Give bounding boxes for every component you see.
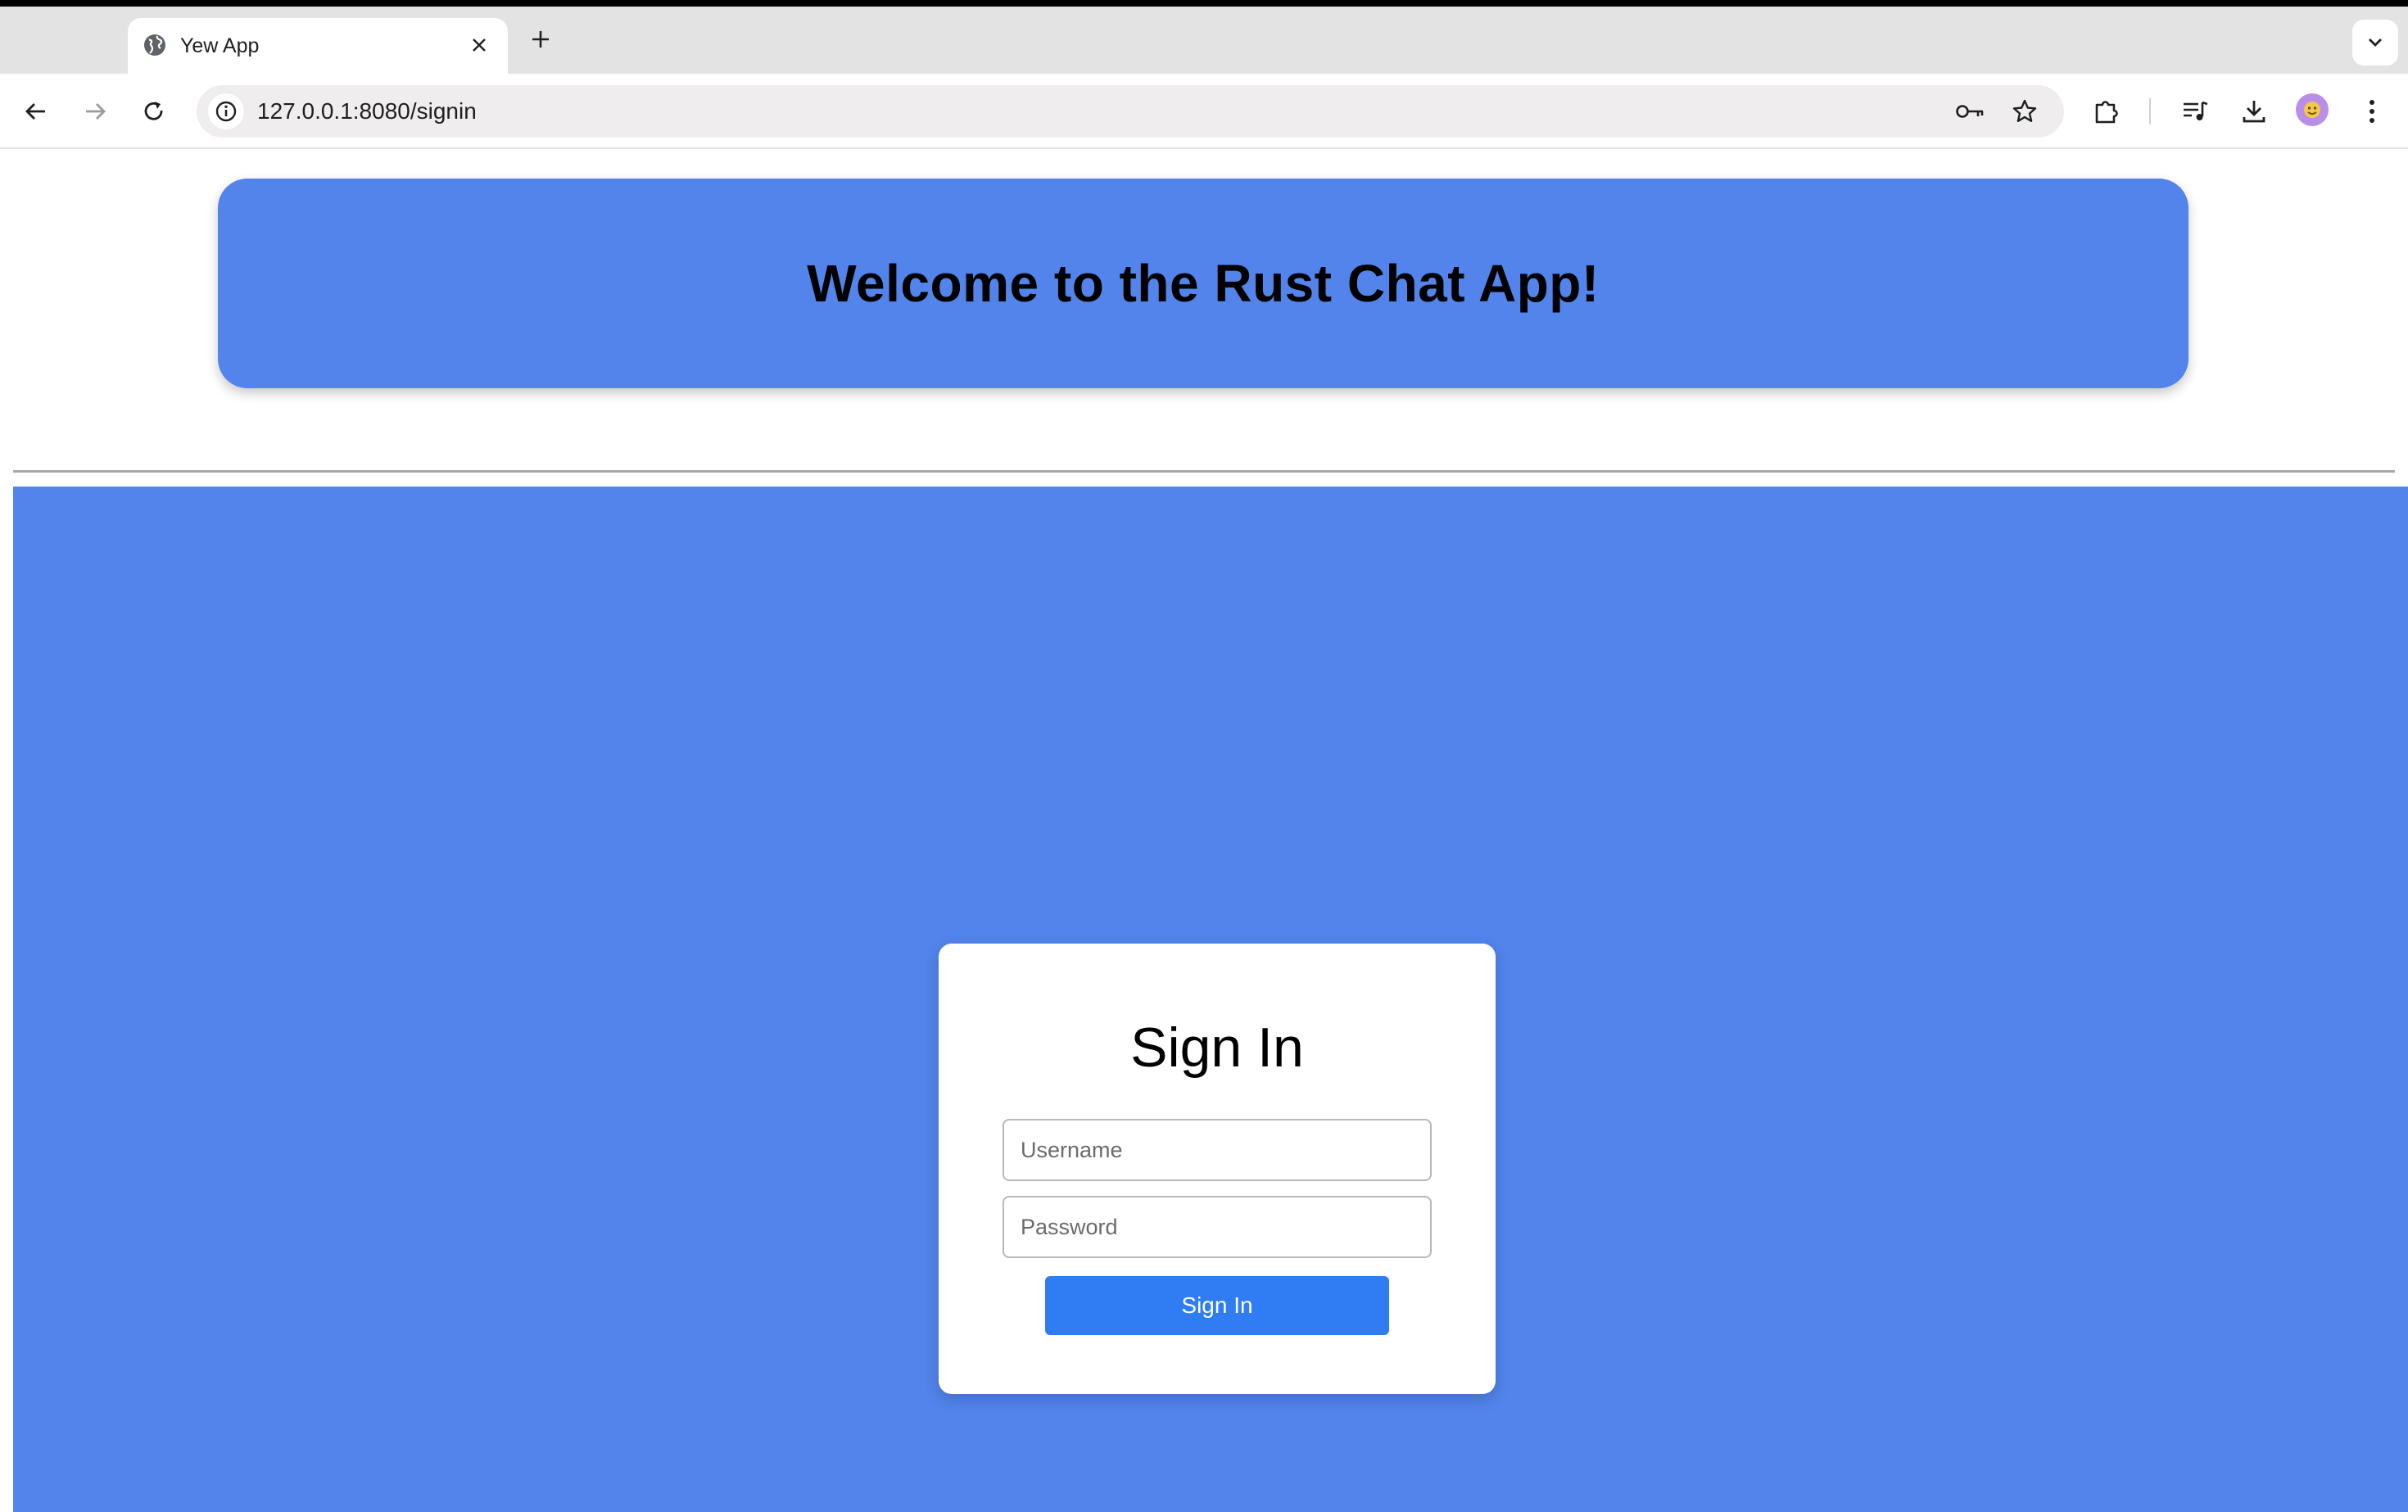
globe-icon bbox=[143, 33, 167, 57]
browser-toolbar: 127.0.0.1:8080/signin bbox=[0, 74, 2408, 149]
password-input[interactable] bbox=[1003, 1196, 1432, 1258]
signin-title: Sign In bbox=[1130, 1016, 1304, 1079]
close-icon[interactable] bbox=[465, 31, 493, 59]
toolbar-separator bbox=[2149, 98, 2151, 124]
main-area: Sign In Sign In bbox=[13, 487, 2408, 1512]
star-icon[interactable] bbox=[2008, 95, 2041, 128]
tab-bar: Yew App bbox=[0, 7, 2408, 74]
address-bar[interactable]: 127.0.0.1:8080/signin bbox=[197, 85, 2064, 138]
puzzle-icon[interactable] bbox=[2087, 92, 2126, 131]
signin-button[interactable]: Sign In bbox=[1045, 1276, 1389, 1335]
signin-card: Sign In Sign In bbox=[939, 944, 1496, 1394]
plus-icon[interactable] bbox=[524, 23, 557, 56]
window-top-edge bbox=[0, 0, 2408, 7]
page-title: Welcome to the Rust Chat App! bbox=[807, 254, 1600, 313]
tab-title: Yew App bbox=[180, 34, 260, 57]
header-banner: Welcome to the Rust Chat App! bbox=[218, 179, 2188, 388]
reload-icon[interactable] bbox=[134, 92, 174, 131]
media-icon[interactable] bbox=[2175, 92, 2215, 131]
forward-arrow-icon[interactable] bbox=[75, 92, 115, 131]
avatar[interactable] bbox=[2296, 93, 2329, 126]
url-text[interactable]: 127.0.0.1:8080/signin bbox=[257, 98, 477, 124]
info-icon[interactable] bbox=[208, 93, 244, 129]
tab-yew-app[interactable]: Yew App bbox=[128, 18, 508, 74]
page-viewport: Welcome to the Rust Chat App! Sign In Si… bbox=[0, 149, 2408, 1512]
download-icon[interactable] bbox=[2234, 92, 2274, 131]
key-icon[interactable] bbox=[1954, 95, 1987, 128]
chevron-down-icon[interactable] bbox=[2352, 20, 2398, 66]
divider bbox=[13, 470, 2395, 473]
kebab-menu-icon[interactable] bbox=[2352, 92, 2392, 131]
username-input[interactable] bbox=[1003, 1119, 1432, 1181]
back-arrow-icon[interactable] bbox=[16, 92, 56, 131]
